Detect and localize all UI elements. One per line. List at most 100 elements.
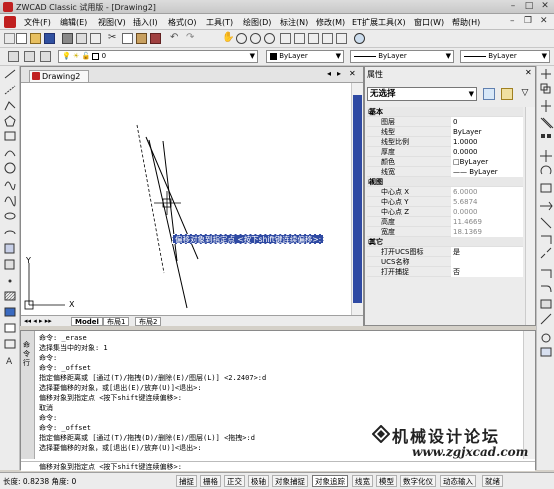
doc-minimize-button[interactable]: – <box>510 16 515 26</box>
match-properties-icon[interactable] <box>150 33 161 44</box>
section-misc[interactable]: 其它 <box>367 237 523 247</box>
print-preview-icon[interactable] <box>76 33 87 44</box>
osnap-toggle[interactable]: 对象捕捉 <box>272 475 308 487</box>
lineweight-toggle[interactable]: 线宽 <box>352 475 373 487</box>
collapse-icon[interactable]: ⊟ <box>368 238 374 246</box>
layer-value: 0 <box>101 52 107 60</box>
copy-icon[interactable] <box>122 33 133 44</box>
sheet-set-icon[interactable] <box>322 33 333 44</box>
drawing-canvas[interactable]: Y X 偏移对象到指定点 <按下shift键连续偏移>: <box>21 83 351 315</box>
lineweight-sample <box>464 55 486 57</box>
vertical-scrollbar[interactable] <box>351 83 363 315</box>
scroll-thumb[interactable] <box>353 95 362 303</box>
property-label: 中心点 Z <box>381 208 410 216</box>
doc-close-button[interactable]: ✕ <box>540 16 548 26</box>
tab-layout1[interactable]: 布局1 <box>103 317 130 326</box>
publish-icon[interactable] <box>90 33 101 44</box>
print-icon[interactable] <box>62 33 73 44</box>
property-row[interactable]: 线宽 —— ByLayer <box>367 167 523 177</box>
tab-close-icon[interactable]: ✕ <box>349 69 356 78</box>
tool-palettes-icon[interactable] <box>308 33 319 44</box>
menu-modify[interactable]: 修改(M) <box>316 17 345 28</box>
section-basic[interactable]: 基本 <box>367 107 523 117</box>
menu-tools[interactable]: 工具(T) <box>206 17 233 28</box>
property-row[interactable]: 中心点 Y 5.6874 <box>367 197 523 207</box>
property-row[interactable]: 中心点 Z 0.0000 <box>367 207 523 217</box>
maximize-button[interactable]: □ <box>522 1 536 12</box>
mtext-tool-icon: A <box>6 357 13 367</box>
dynamic-input-toggle[interactable]: 动态输入 <box>440 475 476 487</box>
otrack-toggle[interactable]: 对象追踪 <box>312 475 348 487</box>
help-icon[interactable] <box>354 33 365 44</box>
collapse-icon[interactable]: ⊟ <box>368 178 374 186</box>
menu-help[interactable]: 帮助(H) <box>452 17 480 28</box>
menu-file[interactable]: 文件(F) <box>24 17 51 28</box>
menu-draw[interactable]: 绘图(D) <box>243 17 271 28</box>
property-row[interactable]: 线型比例 1.0000 <box>367 137 523 147</box>
menu-view[interactable]: 视图(V) <box>98 17 126 28</box>
undo-icon[interactable]: ↶ <box>170 33 181 44</box>
layout-nav-icons[interactable]: ◂◂ ◂ ▸ ▸▸ <box>24 317 52 325</box>
tab-layout2[interactable]: 布局2 <box>135 317 162 326</box>
grid-toggle[interactable]: 栅格 <box>200 475 221 487</box>
design-center-icon[interactable] <box>294 33 305 44</box>
cut-icon[interactable]: ✂ <box>108 33 119 44</box>
property-row[interactable]: 线型 ByLayer <box>367 127 523 137</box>
snap-toggle[interactable]: 捕捉 <box>176 475 197 487</box>
property-row[interactable]: 颜色 □ByLayer <box>367 157 523 167</box>
redo-icon[interactable]: ↷ <box>186 33 197 44</box>
property-value: 11.4669 <box>451 217 523 227</box>
tab-model[interactable]: Model <box>71 317 103 326</box>
tab-scroll-right-icon[interactable]: ▸ <box>337 69 341 78</box>
minimize-button[interactable]: – <box>506 1 520 12</box>
property-row[interactable]: 图层 0 <box>367 117 523 127</box>
extend-tool-icon <box>541 235 552 244</box>
property-row[interactable]: 中心点 X 6.0000 <box>367 187 523 197</box>
layer-select[interactable]: 💡 ☀ 🔓 0 ▼ <box>58 50 258 63</box>
menu-dimension[interactable]: 标注(N) <box>280 17 308 28</box>
select-objects-icon[interactable] <box>501 88 513 100</box>
paste-icon[interactable] <box>136 33 147 44</box>
zoom-previous-icon[interactable] <box>264 33 275 44</box>
lineweight-select[interactable]: ByLayer ▼ <box>460 50 550 63</box>
close-button[interactable]: ✕ <box>538 1 552 12</box>
tab-drawing2[interactable]: Drawing2 <box>29 70 89 82</box>
linetype-select[interactable]: ByLayer ▼ <box>350 50 454 63</box>
model-toggle[interactable]: 模型 <box>376 475 397 487</box>
menu-insert[interactable]: 插入(I) <box>133 17 158 28</box>
zoom-realtime-icon[interactable] <box>236 33 247 44</box>
section-view[interactable]: 视图 <box>367 177 523 187</box>
pickadd-icon[interactable]: ▽ <box>519 88 531 100</box>
make-current-layer-icon[interactable] <box>40 51 51 62</box>
polar-toggle[interactable]: 极轴 <box>248 475 269 487</box>
menu-format[interactable]: 格式(O) <box>168 17 197 28</box>
menu-et-tools[interactable]: ET扩展工具(X) <box>352 17 406 28</box>
menu-edit[interactable]: 编辑(E) <box>60 17 87 28</box>
new-file-icon[interactable] <box>16 33 27 44</box>
layer-state-icon[interactable] <box>24 51 35 62</box>
layer-manager-icon[interactable] <box>8 51 19 62</box>
markup-icon[interactable] <box>336 33 347 44</box>
property-row[interactable]: 打开UCS图标 是 <box>367 247 523 257</box>
selection-select[interactable]: 无选择 ▼ <box>367 87 477 101</box>
property-row[interactable]: 高度 11.4669 <box>367 217 523 227</box>
zoom-window-icon[interactable] <box>250 33 261 44</box>
collapse-icon[interactable]: ⊟ <box>368 108 374 116</box>
property-row[interactable]: 厚度 0.0000 <box>367 147 523 157</box>
pan-icon[interactable]: ✋ <box>222 33 234 44</box>
doc-restore-button[interactable]: ❐ <box>524 16 532 26</box>
quick-select-icon[interactable] <box>483 88 495 100</box>
digitizer-toggle[interactable]: 数字化仪 <box>400 475 436 487</box>
menu-window[interactable]: 窗口(W) <box>414 17 444 28</box>
property-row[interactable]: UCS名称 <box>367 257 523 267</box>
property-row[interactable]: 宽度 18.1369 <box>367 227 523 237</box>
open-file-icon[interactable] <box>30 33 41 44</box>
properties-icon[interactable] <box>280 33 291 44</box>
ortho-toggle[interactable]: 正交 <box>224 475 245 487</box>
property-row[interactable]: 打开捕捉 否 <box>367 267 523 277</box>
panel-close-icon[interactable]: ✕ <box>525 68 532 77</box>
properties-scrollbar[interactable] <box>525 107 535 325</box>
save-icon[interactable] <box>44 33 55 44</box>
color-select[interactable]: ByLayer ▼ <box>266 50 344 63</box>
tab-scroll-left-icon[interactable]: ◂ <box>327 69 331 78</box>
